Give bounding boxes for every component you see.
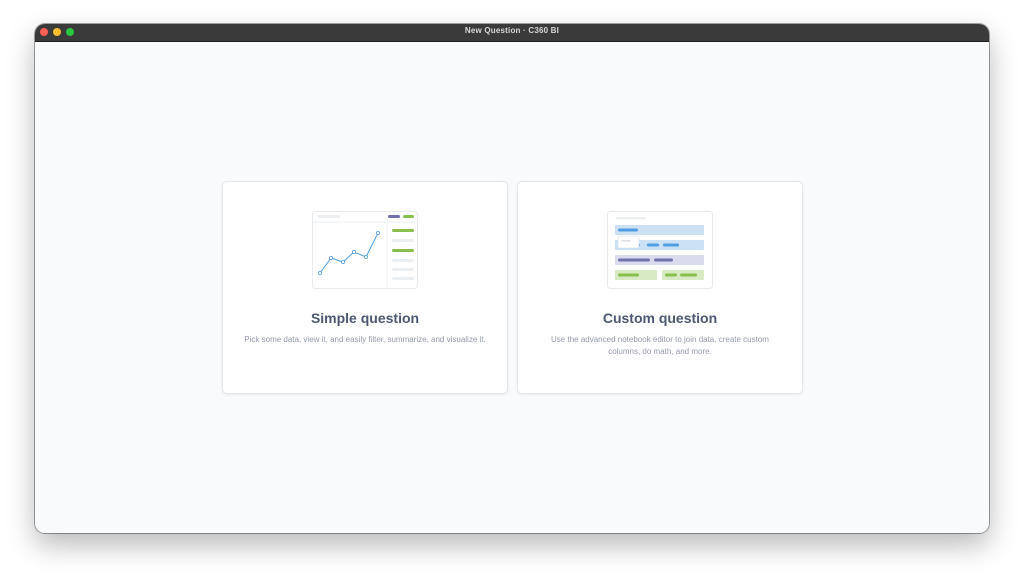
- app-window: New Question · C360 BI Simple question P…: [35, 24, 989, 533]
- custom-question-description: Use the advanced notebook editor to join…: [551, 335, 769, 356]
- custom-question-card[interactable]: Custom question Use the advanced noteboo…: [517, 181, 803, 394]
- simple-question-card[interactable]: Simple question Pick some data, view it,…: [222, 181, 508, 394]
- title-bar: New Question · C360 BI: [35, 24, 989, 42]
- custom-question-title: Custom question: [602, 310, 718, 326]
- window-title: New Question · C360 BI: [464, 26, 560, 35]
- simple-question-title: Simple question: [310, 310, 420, 326]
- custom-question-illustration-icon: [607, 211, 713, 289]
- simple-question-illustration-icon: [312, 211, 418, 289]
- simple-question-description: Pick some data, view it, and easily filt…: [244, 335, 486, 344]
- new-question-page: Simple question Pick some data, view it,…: [35, 42, 989, 533]
